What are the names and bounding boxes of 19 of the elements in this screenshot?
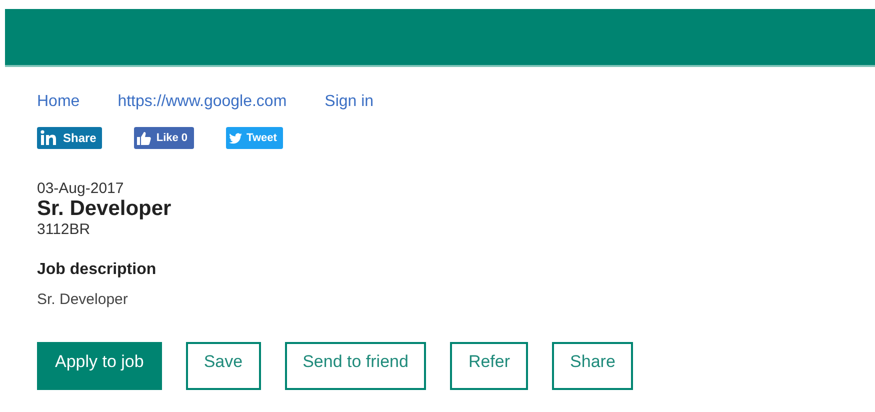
- section-heading: Job description: [37, 261, 158, 279]
- like-button[interactable]: Like 0: [134, 127, 194, 149]
- action-button[interactable]: Refer: [450, 342, 528, 390]
- share-button[interactable]: Share: [37, 127, 102, 149]
- nav-link[interactable]: https://www.google.com: [118, 93, 287, 111]
- action-button[interactable]: Apply to job: [37, 342, 162, 390]
- nav-link[interactable]: Home: [37, 93, 80, 111]
- posted-date: 03-Aug-2017: [37, 180, 125, 197]
- action-button[interactable]: Save: [186, 342, 261, 390]
- action-button[interactable]: Share: [552, 342, 634, 390]
- linkedin-icon: [40, 130, 58, 146]
- job-title: Sr. Developer: [37, 197, 172, 221]
- job-code: 3112BR: [37, 221, 92, 238]
- nav-link[interactable]: Sign in: [324, 93, 374, 111]
- tweet-button[interactable]: Tweet: [226, 127, 283, 149]
- job-description: Sr. Developer: [37, 291, 129, 308]
- thumbs-up-icon: [137, 132, 152, 144]
- action-button[interactable]: Send to friend: [284, 342, 426, 390]
- bird-icon: [228, 132, 242, 144]
